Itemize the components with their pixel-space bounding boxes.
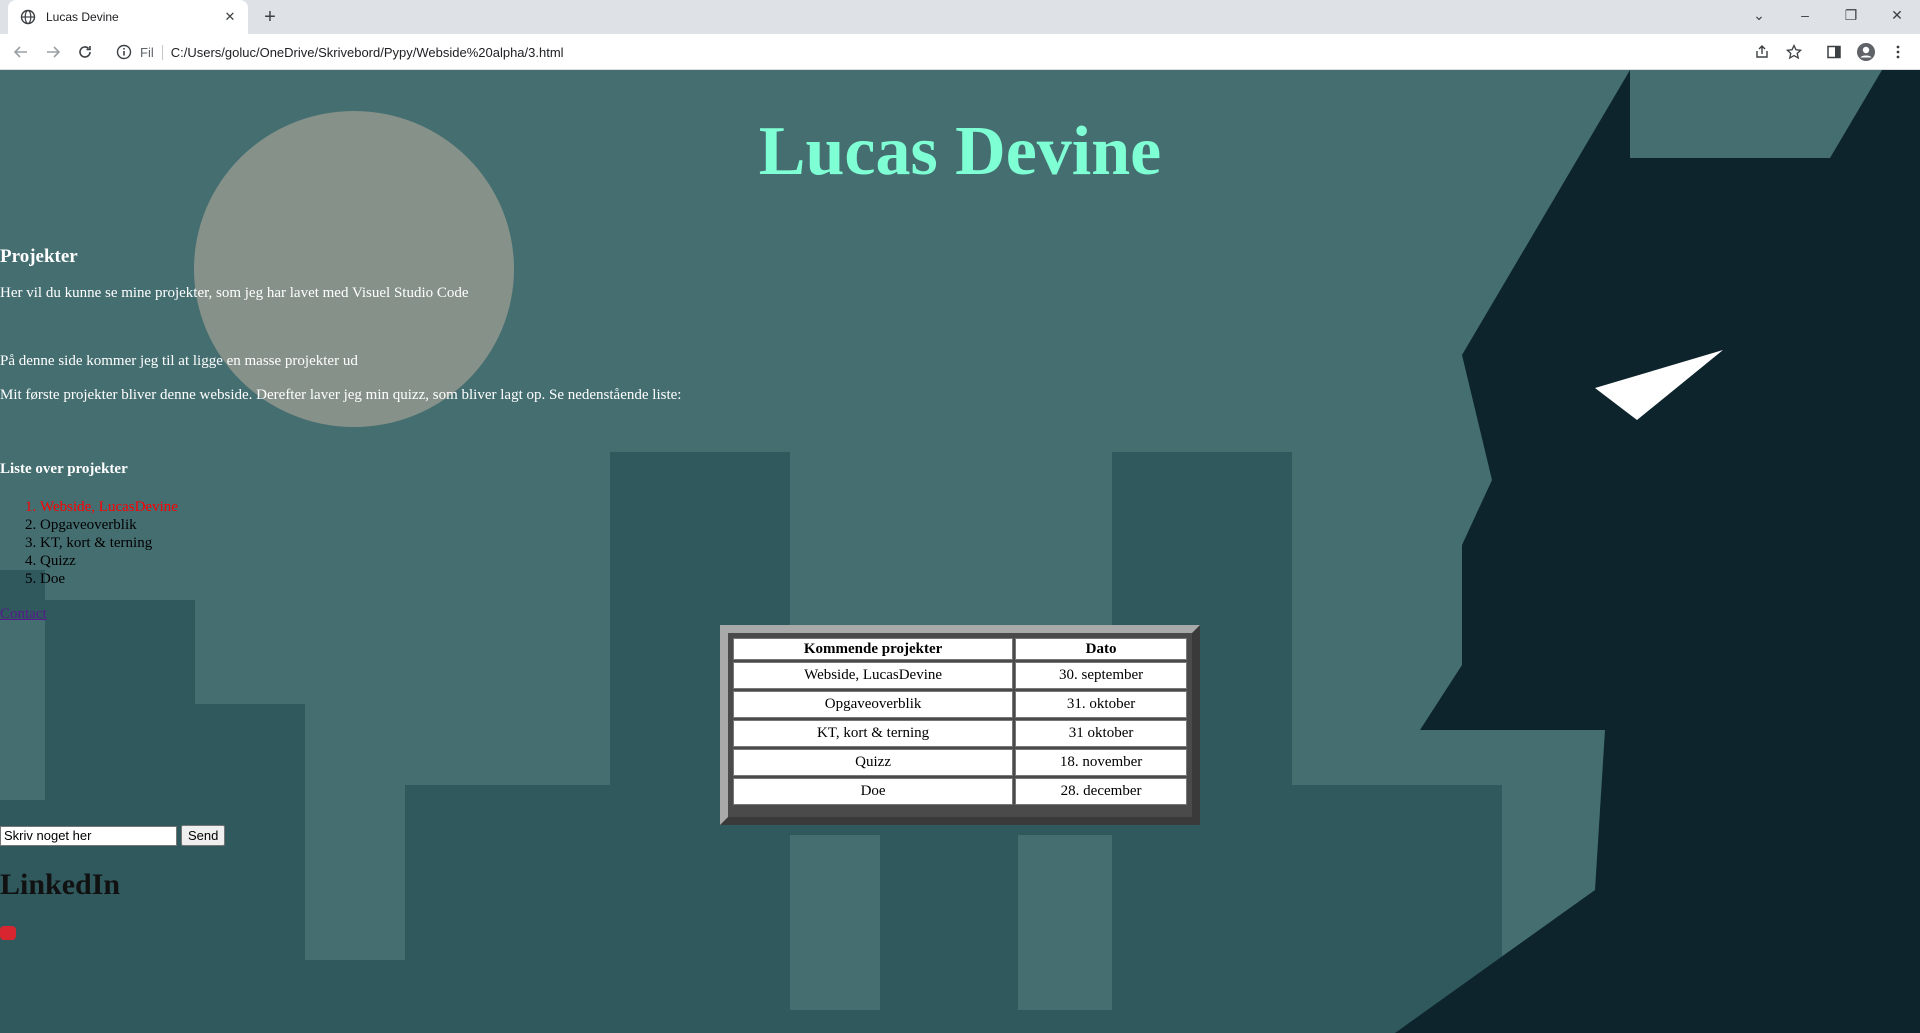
- table-cell: 28. december: [1015, 778, 1187, 805]
- message-form: Send: [0, 825, 226, 846]
- table-row: KT, kort & terning 31 oktober: [733, 720, 1187, 747]
- contact-link[interactable]: Contact: [0, 606, 47, 623]
- send-button[interactable]: Send: [181, 825, 226, 846]
- bookmark-star-icon[interactable]: [1784, 42, 1804, 62]
- url-text[interactable]: C:/Users/goluc/OneDrive/Skrivebord/Pypy/…: [171, 45, 564, 60]
- forward-arrow-icon[interactable]: [41, 40, 65, 64]
- site-title: Lucas Devine: [758, 113, 1162, 190]
- projects-table: Kommende projekter Dato Webside, LucasDe…: [731, 636, 1189, 807]
- share-icon[interactable]: [1752, 42, 1772, 62]
- projects-list: Webside, LucasDevine Opgaveoverblik KT, …: [0, 498, 178, 588]
- address-bar[interactable]: Fil C:/Users/goluc/OneDrive/Skrivebord/P…: [110, 38, 1780, 66]
- table-row: Doe 28. december: [733, 778, 1187, 805]
- close-tab-icon[interactable]: ✕: [222, 9, 238, 25]
- table-cell: 31. oktober: [1015, 691, 1187, 718]
- address-scheme: Fil: [140, 44, 163, 60]
- table-cell: 31 oktober: [1015, 720, 1187, 747]
- list-heading: Liste over projekter: [0, 461, 128, 477]
- globe-icon: [20, 9, 36, 25]
- list-item: Quizz: [40, 552, 178, 570]
- side-panel-icon[interactable]: [1824, 42, 1844, 62]
- web-page: Lucas Devine Projekter Her vil du kunne …: [0, 70, 1920, 1033]
- table-cell: 30. september: [1015, 662, 1187, 689]
- back-arrow-icon[interactable]: [9, 40, 33, 64]
- list-item: Doe: [40, 570, 178, 588]
- info-icon[interactable]: [116, 44, 132, 60]
- projects-heading: Projekter: [0, 246, 78, 267]
- table-cell: 18. november: [1015, 749, 1187, 776]
- projects-table-frame: Kommende projekter Dato Webside, LucasDe…: [720, 625, 1200, 825]
- close-window-icon[interactable]: ✕: [1874, 0, 1920, 30]
- new-tab-button[interactable]: +: [258, 5, 282, 29]
- table-cell: Opgaveoverblik: [733, 691, 1014, 718]
- menu-dots-icon[interactable]: [1888, 42, 1908, 62]
- table-cell: Quizz: [733, 749, 1014, 776]
- table-cell: Webside, LucasDevine: [733, 662, 1014, 689]
- list-item: Opgaveoverblik: [40, 516, 178, 534]
- table-cell: KT, kort & terning: [733, 720, 1014, 747]
- table-header: Kommende projekter: [733, 638, 1014, 660]
- profile-icon[interactable]: [1856, 42, 1876, 62]
- tab-search-chevron-icon[interactable]: ⌄: [1736, 0, 1782, 30]
- linkedin-heading: LinkedIn: [0, 868, 121, 901]
- restore-icon[interactable]: ❐: [1828, 0, 1874, 30]
- table-row: Opgaveoverblik 31. oktober: [733, 691, 1187, 718]
- linkedin-icon[interactable]: [0, 926, 16, 940]
- list-item: Webside, LucasDevine: [40, 498, 178, 516]
- browser-tab[interactable]: Lucas Devine ✕: [8, 0, 248, 34]
- list-item: KT, kort & terning: [40, 534, 178, 552]
- table-row: Webside, LucasDevine 30. september: [733, 662, 1187, 689]
- table-cell: Doe: [733, 778, 1014, 805]
- intro-paragraph: Her vil du kunne se mine projekter, som …: [0, 285, 469, 301]
- tab-strip: Lucas Devine ✕ + ⌄ – ❐ ✕: [0, 0, 1920, 34]
- tab-title: Lucas Devine: [46, 10, 119, 24]
- table-header-row: Kommende projekter Dato: [733, 638, 1187, 660]
- table-row: Quizz 18. november: [733, 749, 1187, 776]
- reload-icon[interactable]: [73, 40, 97, 64]
- paragraph-2: På denne side kommer jeg til at ligge en…: [0, 353, 358, 369]
- table-header: Dato: [1015, 638, 1187, 660]
- minimize-icon[interactable]: –: [1782, 0, 1828, 30]
- browser-toolbar: Fil C:/Users/goluc/OneDrive/Skrivebord/P…: [0, 34, 1920, 70]
- message-input[interactable]: [0, 825, 177, 846]
- paragraph-3: Mit første projekter bliver denne websid…: [0, 387, 682, 403]
- page-content: Lucas Devine Projekter Her vil du kunne …: [0, 70, 1920, 1033]
